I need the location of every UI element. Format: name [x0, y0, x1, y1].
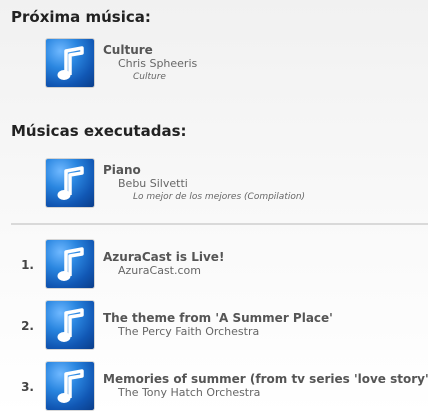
played-songs-heading: Músicas executadas:	[11, 122, 187, 140]
list-number: 1.	[21, 258, 34, 272]
track-album: Culture	[133, 72, 166, 82]
music-note-icon	[46, 301, 94, 349]
played-song-item[interactable]: Piano Bebu Silvetti Lo mejor de los mejo…	[0, 159, 428, 209]
next-song-heading: Próxima música:	[11, 8, 151, 26]
music-note-icon	[46, 362, 94, 410]
track-title: Piano	[103, 163, 141, 177]
history-list-item[interactable]: 3. Memories of summer (from tv series 'l…	[0, 362, 428, 412]
track-artist: Chris Spheeris	[118, 57, 198, 70]
music-note-icon	[46, 39, 94, 87]
track-artist: Bebu Silvetti	[118, 177, 188, 190]
track-title: Culture	[103, 43, 153, 57]
track-artist: The Percy Faith Orchestra	[118, 325, 260, 338]
music-note-icon	[46, 240, 94, 288]
next-song-item[interactable]: Culture Chris Spheeris Culture	[0, 39, 428, 89]
track-album: Lo mejor de los mejores (Compilation)	[133, 192, 306, 202]
track-title: AzuraCast is Live!	[103, 250, 225, 264]
list-number: 2.	[21, 319, 34, 333]
track-title: Memories of summer (from tv series 'love…	[103, 372, 428, 386]
now-playing-panel: Próxima música: Culture Chris Spheeris C…	[0, 0, 428, 416]
history-list-item[interactable]: 2. The theme from 'A Summer Place' The P…	[0, 301, 428, 351]
history-list-item[interactable]: 1. AzuraCast is Live! AzuraCast.com	[0, 240, 428, 290]
track-title: The theme from 'A Summer Place'	[103, 311, 333, 325]
divider	[11, 223, 428, 225]
track-artist: The Tony Hatch Orchestra	[118, 386, 261, 399]
music-note-icon	[46, 159, 94, 207]
track-artist: AzuraCast.com	[118, 264, 201, 277]
list-number: 3.	[21, 380, 34, 394]
